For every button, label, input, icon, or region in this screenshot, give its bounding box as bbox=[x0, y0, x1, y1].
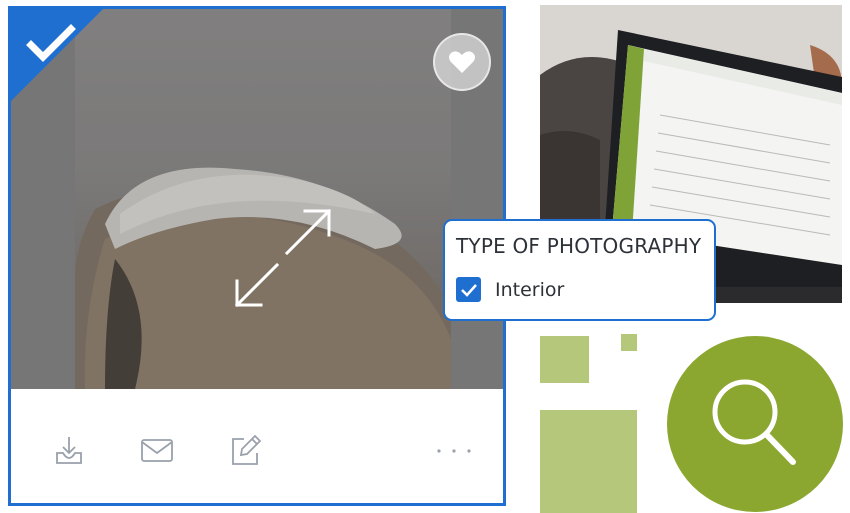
search-button[interactable] bbox=[667, 336, 843, 512]
download-icon[interactable] bbox=[52, 433, 86, 467]
filter-option-interior[interactable]: Interior bbox=[456, 277, 564, 302]
filter-popover: TYPE OF PHOTOGRAPHY Interior bbox=[443, 219, 716, 321]
checkmark-icon bbox=[460, 283, 477, 297]
mail-icon[interactable] bbox=[139, 433, 175, 467]
filter-title: TYPE OF PHOTOGRAPHY bbox=[456, 234, 702, 258]
decorative-square bbox=[540, 410, 637, 513]
interior-checkbox[interactable] bbox=[456, 277, 481, 302]
asset-photo[interactable] bbox=[11, 9, 503, 389]
asset-card[interactable] bbox=[8, 6, 506, 506]
favorite-button[interactable] bbox=[433, 33, 491, 91]
expand-icon[interactable] bbox=[219, 205, 339, 315]
card-actions bbox=[11, 389, 503, 503]
decorative-square bbox=[540, 336, 589, 383]
decorative-square bbox=[621, 334, 637, 351]
search-icon bbox=[712, 379, 796, 465]
heart-icon bbox=[449, 51, 475, 73]
edit-icon[interactable] bbox=[227, 433, 263, 469]
more-icon[interactable] bbox=[435, 447, 475, 455]
checkmark-icon bbox=[26, 24, 76, 62]
filter-option-label: Interior bbox=[495, 278, 565, 301]
